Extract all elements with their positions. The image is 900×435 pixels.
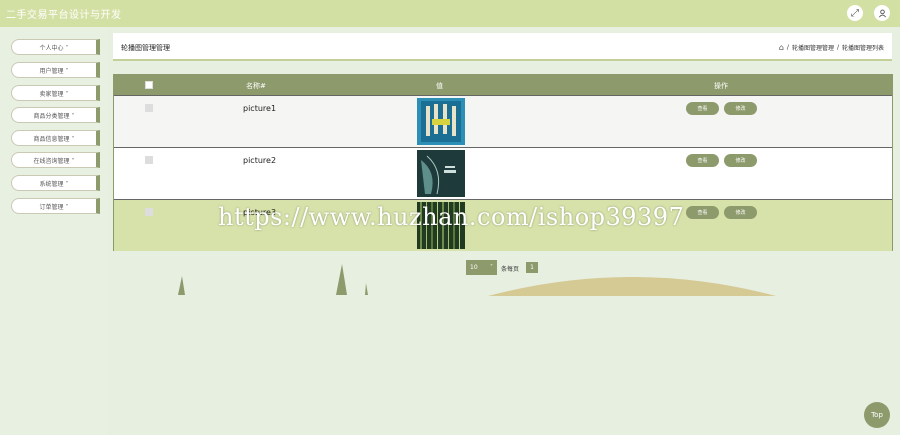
row-checkbox[interactable] — [145, 208, 153, 216]
row-name: picture1 — [243, 104, 277, 113]
view-button[interactable]: 查看 — [686, 154, 719, 167]
table-row: picture1 查看 修改 — [114, 95, 892, 147]
user-icon — [878, 9, 886, 17]
per-page-label: 条每页 — [501, 266, 520, 273]
table-row: picture2 查看 修改 — [114, 147, 892, 199]
sidebar-item-orders[interactable]: 订单管理 ˅ — [11, 198, 100, 214]
select-all-checkbox[interactable] — [145, 81, 153, 89]
row-checkbox[interactable] — [145, 104, 153, 112]
column-value: 值 — [436, 82, 443, 90]
page-size-value: 10 — [470, 264, 478, 271]
sidebar: 个人中心 ˅ 用户管理 ˅ 卖家管理 ˅ 商品分类管理 ˅ 商品信息管理 ˅ 在… — [0, 27, 108, 435]
view-button[interactable]: 查看 — [686, 102, 719, 115]
column-actions: 操作 — [714, 82, 728, 90]
sidebar-item-personal-center[interactable]: 个人中心 ˅ — [11, 39, 100, 55]
edit-button[interactable]: 修改 — [724, 102, 757, 115]
user-button[interactable] — [874, 5, 890, 21]
app-title: 二手交易平台设计与开发 — [6, 10, 122, 21]
view-button[interactable]: 查看 — [686, 206, 719, 219]
sidebar-item-products[interactable]: 商品信息管理 ˅ — [11, 130, 100, 146]
page-title: 轮播图管理管理 — [121, 44, 170, 52]
row-checkbox[interactable] — [145, 156, 153, 164]
home-icon[interactable]: ⌂ — [779, 43, 784, 52]
breadcrumb-separator: / — [836, 44, 839, 51]
fullscreen-button[interactable]: ⤢ — [847, 5, 863, 21]
thumbnail-image — [417, 150, 465, 197]
back-to-top-button[interactable]: Top — [864, 402, 890, 428]
breadcrumb-item-manage[interactable]: 轮播图管理管理 — [792, 43, 834, 52]
chevron-down-icon: ˅ — [490, 264, 493, 271]
page-number-button[interactable]: 1 — [526, 262, 538, 273]
column-name: 名称# — [246, 82, 266, 90]
sidebar-item-system[interactable]: 系统管理 ˅ — [11, 175, 100, 191]
top-bar: 二手交易平台设计与开发 ⤢ — [0, 0, 900, 27]
breadcrumb-item-list: 轮播图管理列表 — [841, 45, 884, 52]
sidebar-item-users[interactable]: 用户管理 ˅ — [11, 62, 100, 78]
expand-icon: ⤢ — [851, 7, 859, 19]
content-header: 轮播图管理管理 ⌂ / 轮播图管理管理 / 轮播图管理列表 — [113, 33, 892, 61]
edit-button[interactable]: 修改 — [724, 154, 757, 167]
sidebar-item-sellers[interactable]: 卖家管理 ˅ — [11, 85, 100, 101]
table-header: 名称# 值 操作 — [114, 75, 892, 95]
watermark-text: https://www.huzhan.com/ishop39397 — [218, 203, 685, 231]
breadcrumb: ⌂ / 轮播图管理管理 / 轮播图管理列表 — [779, 43, 884, 52]
sidebar-item-consultation[interactable]: 在线咨询管理 ˅ — [11, 152, 100, 168]
row-name: picture2 — [243, 156, 277, 165]
thumbnail-image — [417, 98, 465, 145]
edit-button[interactable]: 修改 — [724, 206, 757, 219]
page-size-select[interactable]: 10 ˅ — [466, 260, 497, 275]
breadcrumb-separator: / — [786, 44, 789, 51]
sidebar-item-categories[interactable]: 商品分类管理 ˅ — [11, 107, 100, 123]
